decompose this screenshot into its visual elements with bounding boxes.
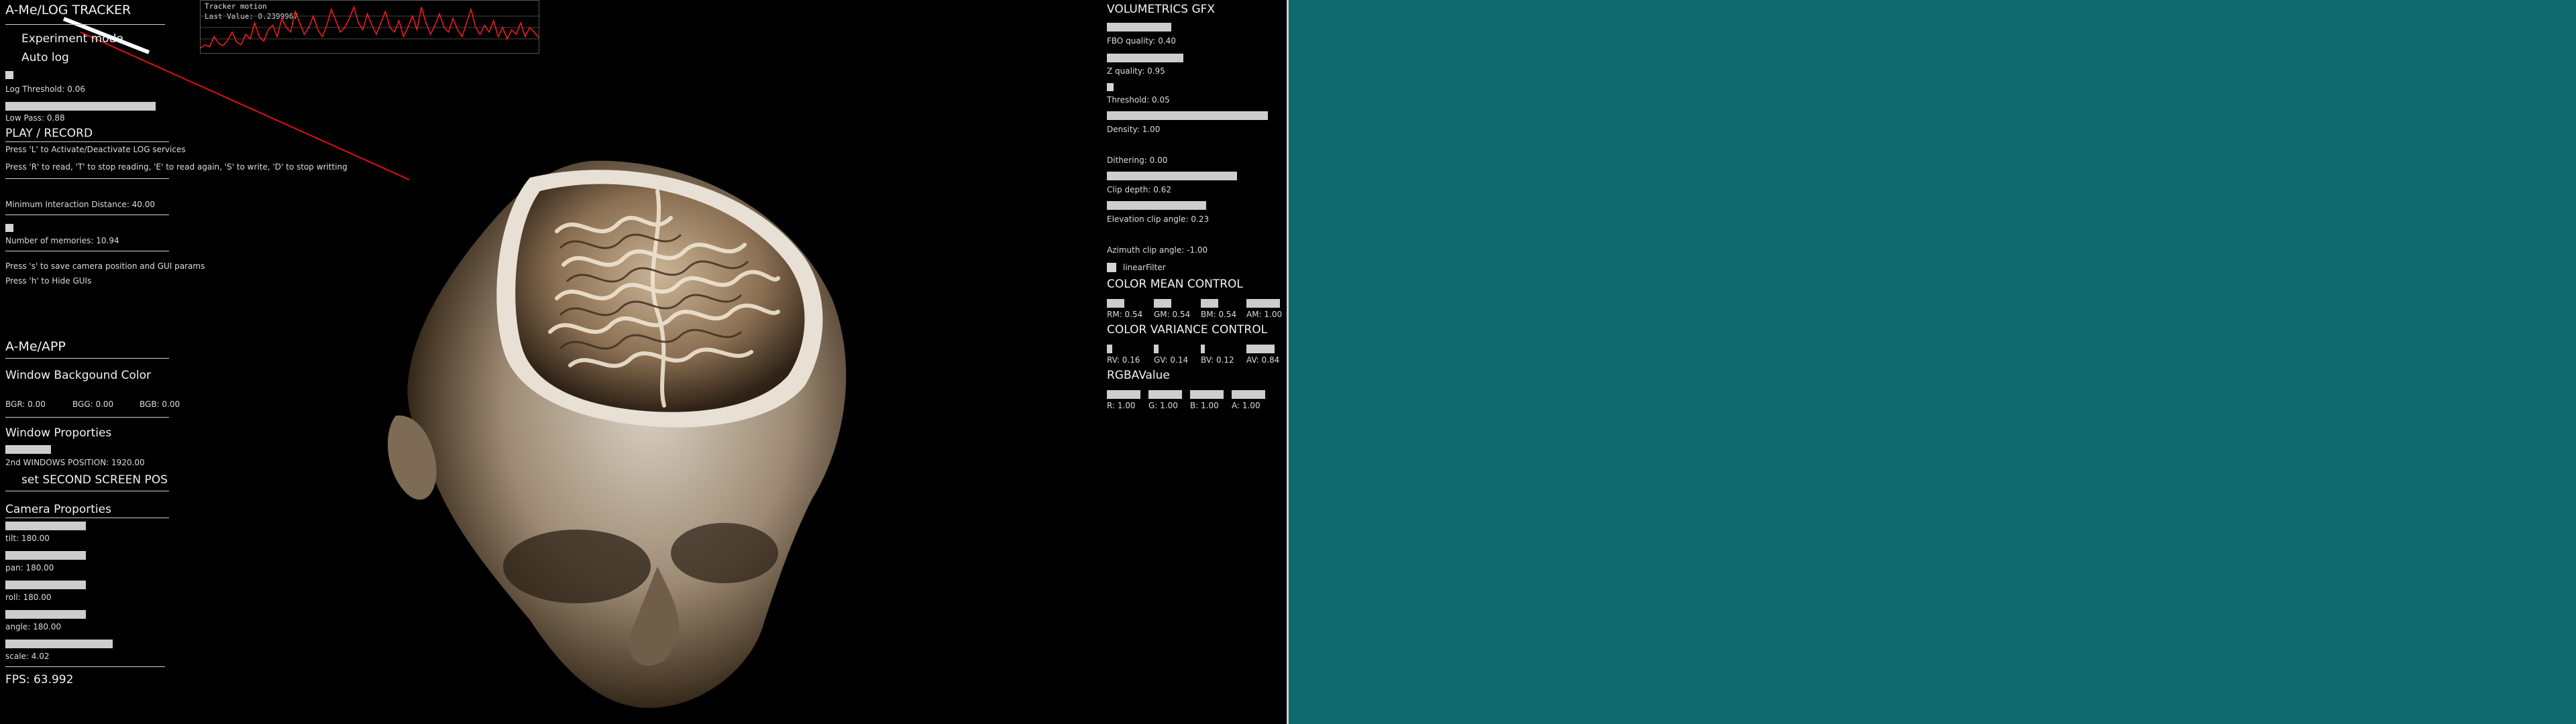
bgb-slider-label[interactable]: BGB: 0.00: [140, 400, 180, 409]
bm-label: BM: 0.54: [1201, 310, 1237, 319]
rm-label: RM: 0.54: [1107, 310, 1143, 319]
roll-slider[interactable]: [5, 581, 86, 589]
camera-props-heading: Camera Proporties: [5, 503, 111, 516]
app-panel-title: A-Me/APP: [5, 339, 66, 354]
bm-slider[interactable]: [1201, 299, 1218, 308]
gv-label: GV: 0.14: [1154, 355, 1189, 365]
av-slider[interactable]: [1246, 345, 1275, 353]
log-tracker-title: A-Me/LOG TRACKER: [5, 3, 131, 17]
second-window-position-label: 2nd WINDOWS POSITION: 1920.00: [5, 458, 145, 467]
pan-slider[interactable]: [5, 551, 86, 560]
scale-slider[interactable]: [5, 640, 113, 648]
pan-label: pan: 180.00: [5, 563, 54, 572]
fps-counter: FPS: 63.992: [5, 673, 74, 686]
memories-slider[interactable]: [5, 224, 13, 232]
volume-render-viewport[interactable]: [376, 151, 865, 724]
rv-slider[interactable]: [1107, 345, 1112, 353]
a-slider[interactable]: [1232, 390, 1265, 399]
experiment-mode-button[interactable]: Experiment mode: [21, 32, 123, 46]
tilt-label: tilt: 180.00: [5, 534, 50, 543]
elevation-clip-label: Elevation clip angle: 0.23: [1107, 215, 1210, 224]
fbo-quality-label: FBO quality: 0.40: [1107, 36, 1176, 46]
app-window: Tracker motion Last Value: 0.2399967 A-M…: [0, 0, 1287, 724]
num-memories-label: Number of memories: 10.94: [5, 236, 119, 245]
r-slider[interactable]: [1107, 390, 1140, 399]
tracker-motion-graph: Tracker motion Last Value: 0.2399967: [200, 0, 539, 54]
g-slider[interactable]: [1148, 390, 1182, 399]
bgr-slider-label[interactable]: BGR: 0.00: [5, 400, 46, 409]
color-mean-heading: COLOR MEAN CONTROL: [1107, 278, 1243, 291]
volumetrics-title: VOLUMETRICS GFX: [1107, 3, 1216, 16]
b-label: B: 1.00: [1190, 401, 1219, 410]
dithering-label[interactable]: Dithering: 0.00: [1107, 156, 1167, 165]
am-slider[interactable]: [1246, 299, 1280, 308]
density-label: Density: 1.00: [1107, 125, 1161, 134]
second-window-position-slider[interactable]: [5, 445, 51, 454]
color-variance-heading: COLOR VARIANCE CONTROL: [1107, 323, 1268, 337]
low-pass-slider[interactable]: [5, 102, 156, 111]
bv-slider[interactable]: [1201, 345, 1205, 353]
log-threshold-label: Log Threshold: 0.06: [5, 84, 85, 94]
rm-slider[interactable]: [1107, 299, 1124, 308]
elevation-clip-slider[interactable]: [1107, 201, 1206, 210]
scale-label: scale: 4.02: [5, 652, 50, 661]
clip-depth-slider[interactable]: [1107, 172, 1237, 180]
divider: [5, 358, 169, 359]
a-label: A: 1.00: [1232, 401, 1260, 410]
density-slider[interactable]: [1107, 111, 1268, 120]
divider: [5, 141, 169, 142]
gv-slider[interactable]: [1154, 345, 1159, 353]
av-label: AV: 0.84: [1246, 355, 1280, 365]
second-screen-desktop: [1289, 0, 2576, 724]
r-label: R: 1.00: [1107, 401, 1136, 410]
angle-label: angle: 180.00: [5, 622, 62, 631]
bg-color-heading: Window Backgound Color: [5, 369, 152, 382]
g-label: G: 1.00: [1148, 401, 1178, 410]
divider: [5, 178, 169, 179]
azimuth-clip-label[interactable]: Azimuth clip angle: -1.00: [1107, 245, 1208, 255]
fbo-quality-slider[interactable]: [1107, 23, 1171, 32]
save-camera-instruction: Press 's' to save camera position and GU…: [5, 261, 205, 271]
gm-label: GM: 0.54: [1154, 310, 1191, 319]
bgg-slider-label[interactable]: BGG: 0.00: [72, 400, 113, 409]
read-write-instruction: Press 'R' to read, 'T' to stop reading, …: [5, 162, 347, 172]
min-distance-label: Minimum Interaction Distance: 40.00: [5, 200, 156, 209]
gm-slider[interactable]: [1154, 299, 1171, 308]
hide-gui-instruction: Press 'h' to Hide GUIs: [5, 276, 92, 286]
bv-label: BV: 0.12: [1201, 355, 1234, 365]
z-quality-slider[interactable]: [1107, 54, 1183, 62]
window-props-heading: Window Proporties: [5, 426, 112, 440]
angle-slider[interactable]: [5, 610, 86, 619]
threshold-label: Threshold: 0.05: [1107, 95, 1170, 105]
log-instruction: Press 'L' to Activate/Deactivate LOG ser…: [5, 145, 186, 154]
low-pass-label: Low Pass: 0.88: [5, 113, 65, 123]
divider: [5, 417, 169, 418]
play-record-heading: PLAY / RECORD: [5, 127, 93, 140]
linear-filter-label: linearFilter: [1123, 263, 1166, 272]
b-slider[interactable]: [1190, 390, 1224, 399]
divider: [5, 24, 165, 25]
rv-label: RV: 0.16: [1107, 355, 1140, 365]
clip-depth-label: Clip depth: 0.62: [1107, 185, 1171, 194]
am-label: AM: 1.00: [1246, 310, 1283, 319]
divider: [5, 666, 165, 667]
set-second-screen-button[interactable]: set SECOND SCREEN POS: [21, 473, 168, 487]
threshold-slider[interactable]: [1107, 83, 1114, 91]
graph-plot: [201, 5, 539, 49]
rgba-heading: RGBAValue: [1107, 369, 1170, 382]
linear-filter-checkbox[interactable]: [1107, 263, 1116, 272]
roll-label: roll: 180.00: [5, 593, 52, 602]
z-quality-label: Z quality: 0.95: [1107, 66, 1165, 76]
tilt-slider[interactable]: [5, 522, 86, 530]
auto-log-button[interactable]: Auto log: [21, 51, 69, 64]
log-toggle-checkbox[interactable]: [5, 71, 13, 79]
